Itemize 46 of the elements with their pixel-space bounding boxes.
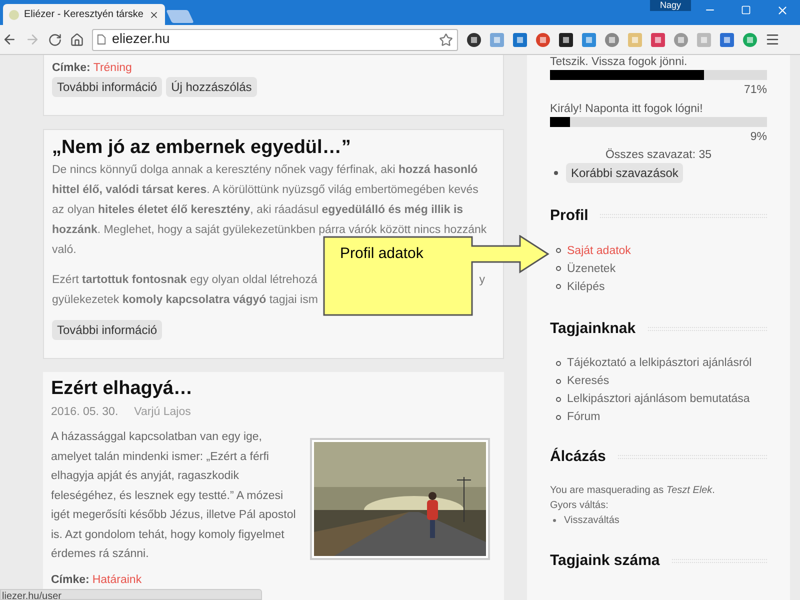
post-text-fragment: y bbox=[479, 273, 486, 288]
sidebar-link[interactable]: Keresés bbox=[567, 372, 610, 390]
sidebar-link[interactable]: Tájékoztató a lelkipásztori ajánlásról bbox=[567, 354, 752, 372]
post-text-line: való. bbox=[52, 243, 76, 258]
more-button[interactable]: Korábbi szavazások bbox=[566, 163, 684, 183]
more-button[interactable]: További információ bbox=[52, 77, 162, 97]
post-title: „Nem jó az embernek egyedül…” bbox=[52, 136, 352, 160]
tag-link[interactable]: Tréning bbox=[93, 59, 132, 77]
section-heading: Tagjainknak bbox=[550, 318, 636, 338]
more-button[interactable]: Új hozzászólás bbox=[166, 77, 257, 97]
poll-option: Király! Naponta itt fogok lógni! bbox=[550, 102, 767, 117]
tag-label: Címke: bbox=[51, 572, 90, 588]
more-button[interactable]: További információ bbox=[52, 320, 162, 340]
post-date: 2016. 05. 30. bbox=[51, 405, 118, 420]
address-bar[interactable]: eliezer.hu bbox=[92, 28, 458, 50]
section-heading: Tagjaink száma bbox=[550, 550, 660, 570]
post-title: Ezért elhagyá… bbox=[51, 377, 194, 401]
tab-title: Eliézer - Keresztyén társke bbox=[24, 8, 144, 22]
tag-link[interactable]: Határaink bbox=[92, 570, 142, 588]
sidebar-link[interactable]: Saját adatok bbox=[567, 242, 631, 260]
poll-percent: 9% bbox=[750, 130, 767, 145]
masquerade-note: You are masquerading as Teszt Elek. bbox=[550, 484, 716, 498]
profile-button[interactable]: Nagy bbox=[650, 0, 692, 11]
post-text-line: Ezért tartottuk fontosnak egy olyan oldal létrehozá bbox=[52, 273, 318, 288]
browser-tab[interactable]: Eliézer - Keresztyén társke bbox=[3, 4, 164, 25]
post-excerpt: A házassággal kapcsolatban van egy ige, amelyet talán mindenki ismer: „Ezért a férfi elhagyja apját és anyját, ragaszkodik feleségéhez, és lesznek egy testté.” A mózesi igét megerősíti később Jézus, illetve Pál apostol is. Azt gondolom tehát, hogy komoly figyelmet érdemes rá szánni. bbox=[51, 430, 296, 562]
sidebar-link[interactable]: Lelkipásztori ajánlásom bemutatása bbox=[567, 390, 750, 408]
tag-label: Címke: bbox=[52, 61, 90, 76]
post-text-line: az olyan hiteles életet élő keresztény, aki ráadásul egyedülálló és még illik is bbox=[52, 203, 464, 218]
switch-label: Gyors váltás: bbox=[550, 498, 610, 512]
sidebar-link[interactable]: Üzenetek bbox=[567, 260, 616, 278]
sidebar-link[interactable]: Fórum bbox=[567, 408, 600, 426]
poll-percent: 71% bbox=[744, 83, 767, 98]
post-text-line: hittel élő, valódi társat keres. A körülöttünk nyüzsgő világ embertömegében kevés bbox=[52, 183, 478, 198]
post-text-line: De nincs könnyű dolga annak a keresztény nőnek vagy férfinak, aki hozzá hasonló bbox=[52, 163, 478, 178]
post-text-line: hozzánk. Meglehet, hogy a saját gyülekezetünkben párra várók között nincs hozzánk bbox=[52, 223, 487, 238]
sidebar-link[interactable]: Visszaváltás bbox=[564, 512, 620, 528]
poll-option: Tetszik. Vissza fogok jönni. bbox=[550, 55, 767, 70]
address-text: eliezer.hu bbox=[112, 30, 171, 48]
section-heading: Álcázás bbox=[550, 446, 606, 467]
poll-total: Összes szavazat: 35 bbox=[605, 147, 712, 163]
post-text-line: gyülekezetek komoly kapcsolatra vágyó tagjai ism bbox=[52, 293, 318, 308]
section-heading: Profil bbox=[550, 206, 588, 226]
callout-text: Profil adatok bbox=[340, 244, 424, 264]
status-url: liezer.hu/user bbox=[0, 589, 262, 600]
sidebar-link[interactable]: Kilépés bbox=[567, 278, 605, 296]
